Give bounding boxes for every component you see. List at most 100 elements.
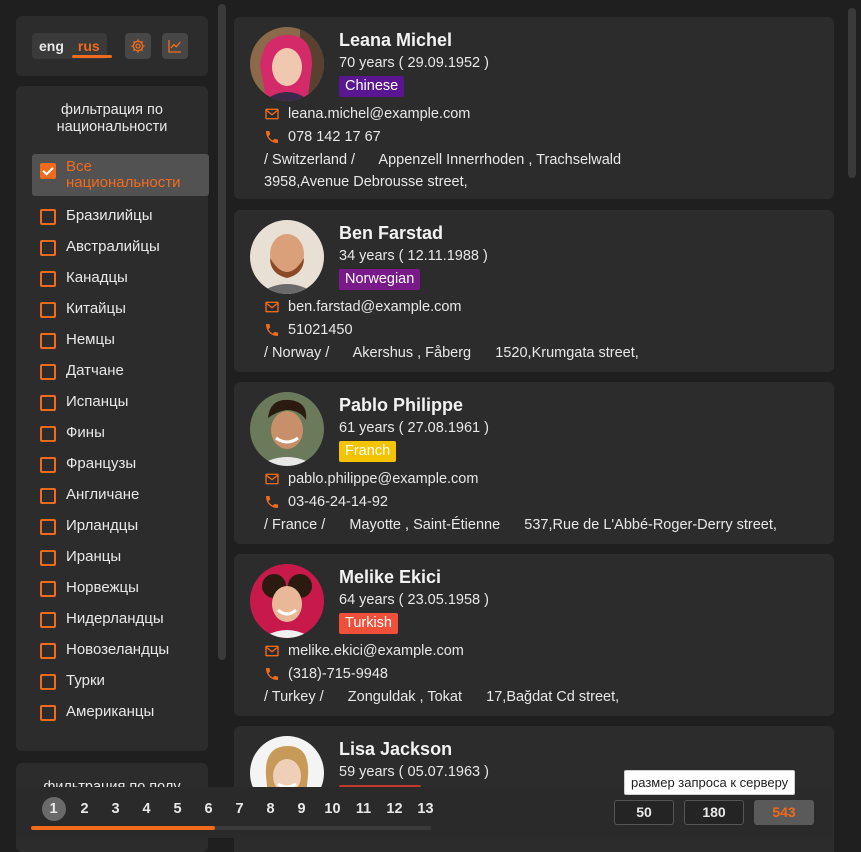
filter-item-label: Канадцы [66,269,128,286]
user-card[interactable]: Ben Farstad 34 years ( 12.11.1988 ) Norweg… [234,210,834,372]
user-address-line2: 3958,Avenue Debrousse street, [264,174,468,190]
filter-item[interactable]: Турки [32,670,209,701]
nationality-filter-panel: фильтрация по национальности Все национа… [16,86,209,751]
nationality-badge: Norwegian [339,269,421,290]
user-address: / Turkey / Zonguldak , Tokat 17,Bağdat C… [264,689,620,705]
page-number: 2 [80,801,89,817]
user-phone[interactable]: (318)-715-9948 [288,666,388,682]
checkbox[interactable] [40,395,56,411]
user-email[interactable]: leana.michel@example.com [288,106,470,122]
page-button[interactable]: 13 [410,796,441,822]
page-button[interactable]: 2 [69,796,100,822]
filter-item[interactable]: Все национальности [32,154,209,196]
checkbox[interactable] [40,209,56,225]
request-size-50-button[interactable]: 50 [614,800,674,825]
avatar [250,392,324,466]
checkbox[interactable] [40,271,56,287]
user-address: / France / Mayotte , Saint-Étienne 537,R… [264,517,777,533]
checkbox[interactable] [40,519,56,535]
filter-item[interactable]: Иранцы [32,546,209,577]
mail-icon [265,473,279,485]
user-address: / Switzerland / Appenzell Innerrhoden , … [264,152,622,168]
checkbox[interactable] [40,426,56,442]
checkbox[interactable] [40,240,56,256]
checkbox[interactable] [40,705,56,721]
filter-item[interactable]: Немцы [32,329,209,360]
checkbox[interactable] [40,550,56,566]
filter-item[interactable]: Бразилийцы [32,205,209,236]
main-scrollbar[interactable] [848,8,856,178]
page-button[interactable]: 9 [286,796,317,822]
request-size-543-button[interactable]: 543 [754,800,814,825]
checkbox[interactable] [40,612,56,628]
checkbox[interactable] [40,333,56,349]
filter-item[interactable]: Нидерландцы [32,608,209,639]
filter-item[interactable]: Канадцы [32,267,209,298]
user-phone[interactable]: 03-46-24-14-92 [288,494,388,510]
checkbox-checked[interactable] [40,163,56,179]
sidebar-scrollbar[interactable] [218,4,226,660]
stats-button[interactable] [162,33,188,59]
email-row: pablo.philippe@example.com [264,471,478,487]
page-number: 3 [111,801,120,817]
mail-icon [265,108,279,120]
checkbox[interactable] [40,302,56,318]
page-button[interactable]: 12 [379,796,410,822]
page-button[interactable]: 4 [131,796,162,822]
pagination-scroll-thumb[interactable] [31,826,215,830]
avatar [250,564,324,638]
filter-item-label: Датчане [66,362,124,379]
filter-item[interactable]: Французы [32,453,209,484]
user-card[interactable]: Pablo Philippe 61 years ( 27.08.1961 ) Fra… [234,382,834,544]
filter-item-label: Немцы [66,331,115,348]
page-button[interactable]: 3 [100,796,131,822]
filter-item-label: Нидерландцы [66,610,164,627]
filter-item[interactable]: Датчане [32,360,209,391]
user-phone[interactable]: 51021450 [288,322,353,338]
page-number: 10 [324,801,341,817]
user-email[interactable]: pablo.philippe@example.com [288,471,478,487]
page-button[interactable]: 5 [162,796,193,822]
user-name: Melike Ekici [339,567,442,587]
user-email[interactable]: ben.farstad@example.com [288,299,462,315]
page-button[interactable]: 1 [38,796,69,822]
page-number: 9 [297,801,306,817]
filter-item[interactable]: Австралийцы [32,236,209,267]
phone-icon [266,324,278,336]
mail-icon [265,645,279,657]
page-button[interactable]: 11 [348,796,379,822]
filter-item[interactable]: Американцы [32,701,209,732]
filter-item-label: Англичане [66,486,140,503]
email-row: ben.farstad@example.com [264,299,462,315]
user-phone[interactable]: 078 142 17 67 [288,129,381,145]
checkbox[interactable] [40,364,56,380]
page-button[interactable]: 8 [255,796,286,822]
checkbox[interactable] [40,674,56,690]
user-card[interactable]: Leana Michel 70 years ( 29.09.1952 ) Chine… [234,17,834,199]
avatar [250,220,324,294]
user-card[interactable]: Melike Ekici 64 years ( 23.05.1958 ) Turki… [234,554,834,716]
page-button[interactable]: 10 [317,796,348,822]
filter-item-label: Иранцы [66,548,122,565]
page-button[interactable]: 6 [193,796,224,822]
filter-item[interactable]: Фины [32,422,209,453]
user-email[interactable]: melike.ekici@example.com [288,643,464,659]
checkbox[interactable] [40,488,56,504]
checkbox[interactable] [40,643,56,659]
checkbox[interactable] [40,581,56,597]
user-card-list: Leana Michel 70 years ( 29.09.1952 ) Chine… [234,0,834,852]
filter-item[interactable]: Англичане [32,484,209,515]
filter-item[interactable]: Норвежцы [32,577,209,608]
page-number: 11 [355,801,372,817]
request-size-180-button[interactable]: 180 [684,800,744,825]
settings-button[interactable] [125,33,151,59]
filter-item[interactable]: Ирландцы [32,515,209,546]
lang-eng-button[interactable]: eng [32,33,71,59]
page-button[interactable]: 7 [224,796,255,822]
checkbox[interactable] [40,457,56,473]
filter-item[interactable]: Испанцы [32,391,209,422]
filter-item-label: Американцы [66,703,155,720]
filter-item[interactable]: Новозеландцы [32,639,209,670]
phone-icon [266,496,278,508]
filter-item[interactable]: Китайцы [32,298,209,329]
